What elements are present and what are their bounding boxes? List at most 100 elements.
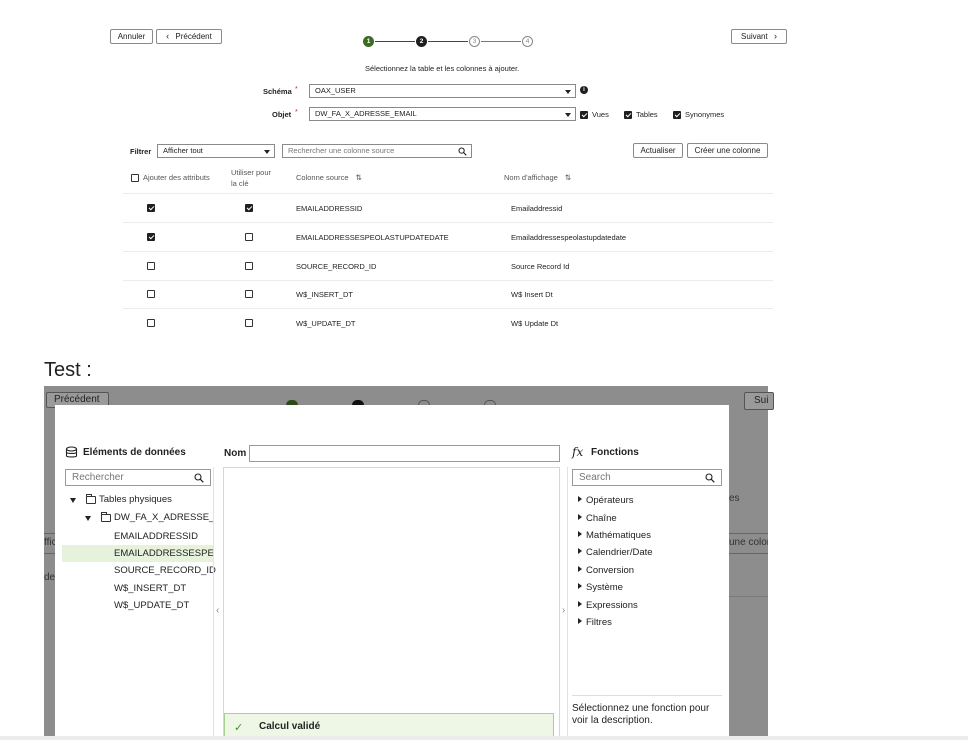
synonyms-label: Synonymes: [685, 110, 725, 119]
header-source-label: Colonne source: [296, 173, 349, 182]
schema-value: OAX_USER: [315, 86, 356, 95]
views-checkbox[interactable]: [580, 111, 588, 119]
add-attribute-checkbox[interactable]: [147, 262, 155, 270]
display-name-cell[interactable]: Source Record Id: [511, 262, 569, 272]
header-add-attributes: Ajouter des attributs: [143, 173, 210, 182]
collapse-left-icon[interactable]: ‹: [216, 605, 219, 616]
function-category-label: Mathématiques: [586, 530, 651, 541]
function-category-system[interactable]: Système: [578, 582, 623, 593]
left-splitter[interactable]: [213, 467, 214, 740]
use-for-key-checkbox[interactable]: [245, 319, 253, 327]
row-divider: [123, 251, 773, 252]
tree-node-column[interactable]: EMAILADDRESSID: [114, 531, 198, 542]
function-category-label: Système: [586, 582, 623, 593]
background-divider: [44, 533, 55, 534]
source-column-cell: EMAILADDRESSID: [296, 204, 363, 213]
schema-select[interactable]: OAX_USER: [309, 84, 576, 98]
expand-arrow-icon: [578, 618, 582, 624]
row-divider: [123, 280, 773, 281]
create-column-button[interactable]: Créer une colonne: [687, 143, 768, 158]
folder-icon: [86, 494, 96, 504]
function-category-operators[interactable]: Opérateurs: [578, 495, 634, 506]
display-name-cell[interactable]: W$ Update Dt: [511, 319, 558, 329]
header-use-for-key: Utiliser pour: [231, 168, 272, 177]
cancel-button[interactable]: Annuler: [110, 29, 153, 44]
refresh-button[interactable]: Actualiser: [633, 143, 683, 158]
info-icon[interactable]: i: [580, 86, 588, 94]
display-name-cell[interactable]: Emailaddressid: [511, 204, 562, 214]
add-attribute-checkbox[interactable]: [147, 204, 155, 212]
chevron-down-icon: [264, 150, 270, 154]
background-fragment: de: [44, 572, 56, 583]
chevron-down-icon: [565, 113, 571, 117]
tree-node-table[interactable]: DW_FA_X_ADRESSE_EM: [114, 512, 213, 523]
add-attribute-checkbox[interactable]: [147, 233, 155, 241]
function-category-string[interactable]: Chaîne: [578, 513, 617, 524]
filter-label: Filtrer: [130, 147, 152, 156]
display-name-cell[interactable]: W$ Insert Dt: [511, 290, 553, 300]
function-category-label: Chaîne: [586, 513, 617, 524]
step-1-indicator: 1: [363, 36, 374, 47]
step-2-indicator: 2: [416, 36, 427, 47]
use-for-key-checkbox[interactable]: [245, 233, 253, 241]
function-category-conversion[interactable]: Conversion: [578, 565, 634, 576]
background-fragment: es: [729, 493, 740, 504]
add-attributes-select-all-checkbox[interactable]: [131, 174, 139, 182]
header-divider: [123, 193, 773, 194]
expression-editor[interactable]: [223, 467, 560, 740]
background-divider: [729, 553, 768, 554]
header-display-name[interactable]: Nom d'affichage ⇅: [504, 173, 571, 183]
tables-label: Tables: [636, 110, 658, 119]
tree-node-column[interactable]: SOURCE_RECORD_ID: [114, 565, 216, 576]
search-icon: [194, 473, 204, 483]
source-column-search-input[interactable]: Rechercher une colonne source: [282, 144, 472, 158]
next-button[interactable]: Suivant ›: [731, 29, 787, 44]
search-placeholder: Search: [579, 472, 611, 483]
function-category-filters[interactable]: Filtres: [578, 617, 612, 628]
tree-node-column[interactable]: W$_INSERT_DT: [114, 583, 186, 594]
display-name-cell[interactable]: Emailaddressespeolastupdatedate: [511, 233, 626, 243]
expand-arrow-icon: [578, 566, 582, 572]
tree-node-column-selected[interactable]: EMAILADDRESSESPEOL: [114, 548, 213, 559]
calculation-editor-dialog: Eléments de données Rechercher Tables ph…: [55, 405, 729, 740]
search-placeholder: Rechercher: [72, 472, 124, 483]
expand-toggle-icon[interactable]: [85, 516, 91, 521]
next-label: Suivant: [741, 32, 768, 41]
function-category-calendar-date[interactable]: Calendrier/Date: [578, 547, 653, 558]
object-value: DW_FA_X_ADRESSE_EMAIL: [315, 109, 417, 118]
synonyms-checkbox[interactable]: [673, 111, 681, 119]
sort-icon: ⇅: [564, 173, 572, 182]
data-elements-search-input[interactable]: Rechercher: [65, 469, 211, 486]
required-mark: *: [295, 109, 298, 116]
expand-toggle-icon[interactable]: [70, 498, 76, 503]
add-attribute-checkbox[interactable]: [147, 290, 155, 298]
function-category-math[interactable]: Mathématiques: [578, 530, 651, 541]
right-splitter[interactable]: [567, 467, 568, 740]
previous-button[interactable]: ‹ Précédent: [156, 29, 222, 44]
collapse-right-icon[interactable]: ›: [562, 605, 565, 616]
use-for-key-checkbox[interactable]: [245, 204, 253, 212]
use-for-key-checkbox[interactable]: [245, 262, 253, 270]
data-elements-title: Eléments de données: [83, 447, 186, 458]
use-for-key-checkbox[interactable]: [245, 290, 253, 298]
functions-search-input[interactable]: Search: [572, 469, 722, 486]
add-attribute-checkbox[interactable]: [147, 319, 155, 327]
description-divider[interactable]: [572, 695, 722, 696]
function-category-label: Conversion: [586, 565, 635, 576]
expand-arrow-icon: [578, 548, 582, 554]
search-icon: [705, 473, 715, 483]
function-category-expressions[interactable]: Expressions: [578, 600, 638, 611]
tree-node-physical-tables[interactable]: Tables physiques: [99, 494, 172, 505]
calculation-name-input[interactable]: [249, 445, 560, 462]
tables-checkbox[interactable]: [624, 111, 632, 119]
function-category-label: Expressions: [586, 600, 638, 611]
step-3-indicator: 3: [469, 36, 480, 47]
header-source-column[interactable]: Colonne source ⇅: [296, 173, 362, 183]
source-column-cell: W$_UPDATE_DT: [296, 319, 356, 328]
chevron-down-icon: [565, 90, 571, 94]
folder-icon: [101, 512, 111, 522]
filter-select[interactable]: Afficher tout: [157, 144, 275, 158]
tree-node-column[interactable]: W$_UPDATE_DT: [114, 600, 189, 611]
expand-arrow-icon: [578, 531, 582, 537]
object-select[interactable]: DW_FA_X_ADRESSE_EMAIL: [309, 107, 576, 121]
